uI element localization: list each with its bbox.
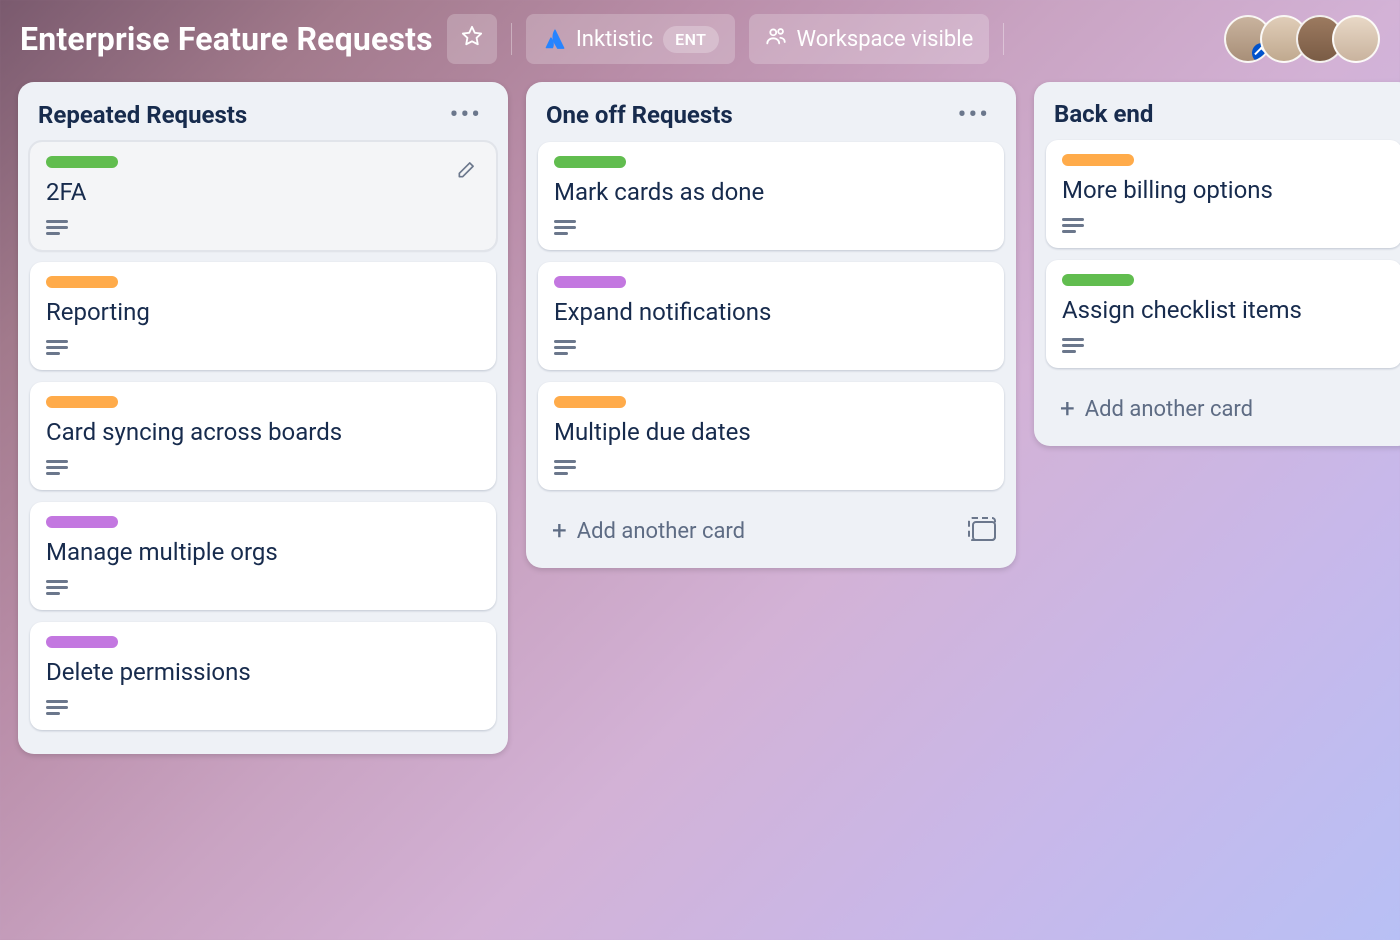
card-label[interactable] bbox=[46, 396, 118, 408]
plus-icon: + bbox=[1060, 396, 1075, 422]
list-title[interactable]: Repeated Requests bbox=[38, 101, 444, 129]
list-header: Repeated Requests ••• bbox=[30, 94, 496, 142]
card[interactable]: Manage multiple orgs bbox=[30, 502, 496, 610]
workspace-tier-badge: ENT bbox=[663, 26, 718, 53]
description-icon bbox=[554, 340, 576, 356]
board-canvas: Repeated Requests ••• 2FA Reporting Card… bbox=[0, 82, 1400, 932]
card[interactable]: Expand notifications bbox=[538, 262, 1004, 370]
card-title: Mark cards as done bbox=[554, 178, 988, 206]
description-icon bbox=[46, 340, 68, 356]
card-title: Assign checklist items bbox=[1062, 296, 1386, 324]
card-label[interactable] bbox=[1062, 154, 1134, 166]
list-footer: + Add another card bbox=[1046, 380, 1400, 434]
description-icon bbox=[46, 220, 68, 236]
list-one-off-requests: One off Requests ••• Mark cards as done … bbox=[526, 82, 1016, 568]
card[interactable]: Mark cards as done bbox=[538, 142, 1004, 250]
add-card-button[interactable]: + Add another card bbox=[546, 510, 960, 552]
card-label[interactable] bbox=[1062, 274, 1134, 286]
list-title[interactable]: Back end bbox=[1054, 100, 1394, 128]
list-menu-button[interactable]: ••• bbox=[952, 100, 996, 130]
card[interactable]: Delete permissions bbox=[30, 622, 496, 730]
card[interactable]: Card syncing across boards bbox=[30, 382, 496, 490]
card-title: 2FA bbox=[46, 178, 480, 206]
description-icon bbox=[1062, 218, 1084, 234]
add-card-label: Add another card bbox=[1085, 397, 1253, 422]
edit-card-button[interactable] bbox=[450, 156, 482, 188]
card-title: Multiple due dates bbox=[554, 418, 988, 446]
list-header: Back end bbox=[1046, 94, 1400, 140]
list-footer: + Add another card bbox=[538, 502, 1004, 556]
card-label[interactable] bbox=[46, 276, 118, 288]
ellipsis-icon: ••• bbox=[450, 100, 482, 130]
description-icon bbox=[554, 220, 576, 236]
workspace-name: Inktistic bbox=[576, 27, 653, 52]
plus-icon: + bbox=[552, 518, 567, 544]
list-menu-button[interactable]: ••• bbox=[444, 100, 488, 130]
add-card-label: Add another card bbox=[577, 519, 745, 544]
visibility-label: Workspace visible bbox=[797, 27, 974, 52]
list-header: One off Requests ••• bbox=[538, 94, 1004, 142]
card-label[interactable] bbox=[554, 396, 626, 408]
description-icon bbox=[46, 700, 68, 716]
visibility-button[interactable]: Workspace visible bbox=[749, 14, 990, 64]
card-label[interactable] bbox=[554, 156, 626, 168]
ellipsis-icon: ••• bbox=[958, 100, 990, 130]
card[interactable]: Reporting bbox=[30, 262, 496, 370]
add-card-button[interactable]: + Add another card bbox=[1054, 388, 1394, 430]
list-title[interactable]: One off Requests bbox=[546, 101, 952, 129]
card-title: Delete permissions bbox=[46, 658, 480, 686]
star-icon bbox=[461, 25, 483, 53]
description-icon bbox=[46, 580, 68, 596]
divider bbox=[1003, 23, 1004, 55]
workspace-button[interactable]: Inktistic ENT bbox=[526, 14, 735, 64]
people-icon bbox=[765, 25, 787, 53]
card-title: More billing options bbox=[1062, 176, 1386, 204]
divider bbox=[511, 23, 512, 55]
card-label[interactable] bbox=[46, 636, 118, 648]
card-label[interactable] bbox=[46, 156, 118, 168]
card[interactable]: Assign checklist items bbox=[1046, 260, 1400, 368]
card-label[interactable] bbox=[46, 516, 118, 528]
atlassian-logo-icon bbox=[542, 27, 566, 51]
description-icon bbox=[1062, 338, 1084, 354]
board-members bbox=[1224, 15, 1380, 63]
card[interactable]: 2FA bbox=[30, 142, 496, 250]
card-template-button[interactable] bbox=[972, 521, 996, 541]
member-avatar[interactable] bbox=[1332, 15, 1380, 63]
card[interactable]: Multiple due dates bbox=[538, 382, 1004, 490]
description-icon bbox=[46, 460, 68, 476]
card-label[interactable] bbox=[554, 276, 626, 288]
board-title[interactable]: Enterprise Feature Requests bbox=[20, 20, 433, 58]
star-button[interactable] bbox=[447, 14, 497, 64]
list-repeated-requests: Repeated Requests ••• 2FA Reporting Card… bbox=[18, 82, 508, 754]
description-icon bbox=[554, 460, 576, 476]
card-title: Card syncing across boards bbox=[46, 418, 480, 446]
list-back-end: Back end More billing options Assign che… bbox=[1034, 82, 1400, 446]
board-header: Enterprise Feature Requests Inktistic EN… bbox=[0, 0, 1400, 82]
card-title: Expand notifications bbox=[554, 298, 988, 326]
card-title: Manage multiple orgs bbox=[46, 538, 480, 566]
pencil-icon bbox=[456, 160, 476, 184]
card-title: Reporting bbox=[46, 298, 480, 326]
card[interactable]: More billing options bbox=[1046, 140, 1400, 248]
